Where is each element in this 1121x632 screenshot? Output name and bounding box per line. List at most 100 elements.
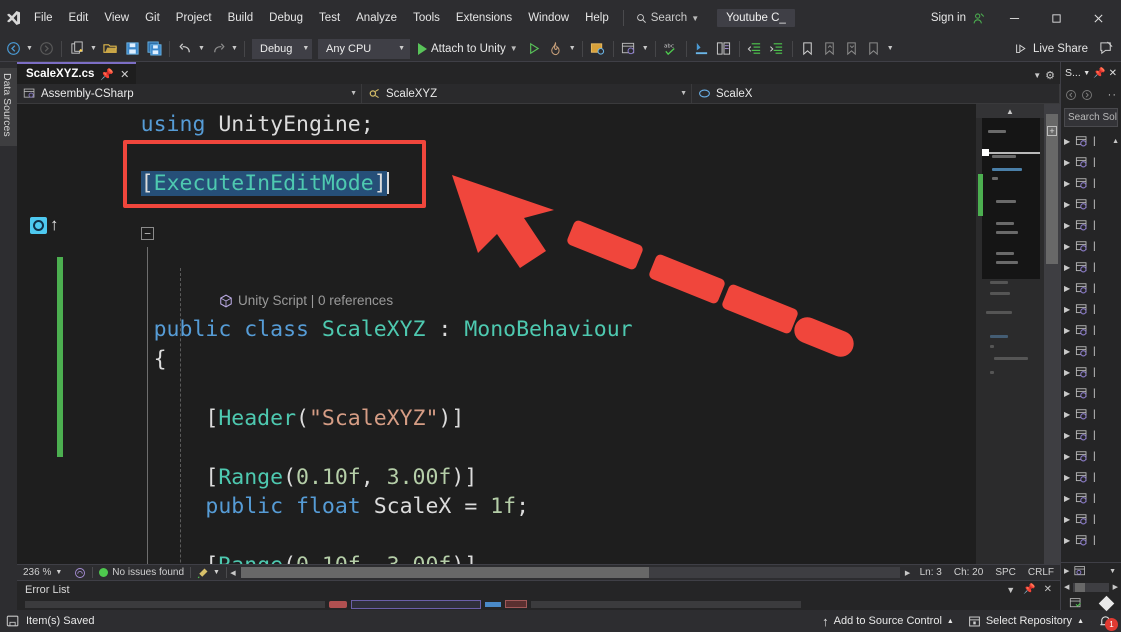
solution-explorer-dropdown[interactable]: ▼ bbox=[640, 38, 651, 60]
code-pane[interactable]: − using UnityEngine; [ExecuteInEditMode]… bbox=[63, 104, 976, 564]
hscroll-left-arrow[interactable]: ◀ bbox=[227, 569, 239, 577]
navigate-back-dropdown[interactable]: ▼ bbox=[24, 38, 35, 60]
chevron-right-icon[interactable]: ▶ bbox=[1064, 410, 1072, 419]
menu-tools[interactable]: Tools bbox=[405, 6, 448, 30]
chevron-down-icon[interactable]: ▼ bbox=[1006, 585, 1015, 595]
increase-indent-button[interactable] bbox=[766, 38, 788, 60]
tree-row[interactable]: ▶ | bbox=[1061, 425, 1121, 446]
collapse-icon[interactable]: − bbox=[141, 227, 154, 240]
tree-row[interactable]: ▶ | bbox=[1061, 530, 1121, 551]
redo-dropdown[interactable]: ▼ bbox=[229, 38, 240, 60]
chevron-down-icon[interactable]: ▼ bbox=[55, 569, 62, 576]
minimap-scroll-up-icon[interactable]: ▲ bbox=[976, 104, 1044, 118]
chevron-right-icon[interactable]: ▶ bbox=[1064, 347, 1072, 356]
platform-combo[interactable]: Any CPU ▼ bbox=[318, 38, 410, 59]
tree-row[interactable]: ▶ | bbox=[1061, 362, 1121, 383]
build-filter-button[interactable] bbox=[505, 600, 527, 609]
pin-icon[interactable]: 📌 bbox=[1023, 584, 1035, 595]
menu-file[interactable]: File bbox=[26, 6, 61, 30]
issues-status[interactable]: No issues found bbox=[93, 567, 190, 578]
chevron-right-icon[interactable]: ▶ bbox=[1064, 473, 1072, 482]
spaces-indicator[interactable]: SPC bbox=[989, 567, 1022, 578]
open-file-button[interactable] bbox=[99, 38, 121, 60]
chevron-right-icon[interactable]: ▶ bbox=[1064, 536, 1072, 545]
pin-icon[interactable]: 📌 bbox=[1093, 68, 1105, 79]
chevron-down-icon[interactable]: ▼ bbox=[691, 14, 699, 23]
solution-explorer-button[interactable] bbox=[618, 38, 640, 60]
chevron-right-icon[interactable]: ▶ bbox=[1064, 305, 1072, 314]
chevron-right-icon[interactable]: ▶ bbox=[1064, 263, 1072, 272]
chevron-right-icon[interactable]: ▶ bbox=[1064, 567, 1069, 575]
toggle-bookmark-button[interactable] bbox=[797, 38, 819, 60]
more-options-icon[interactable]: ·· bbox=[1108, 89, 1117, 101]
scroll-up-arrow-icon[interactable]: ▲ bbox=[1112, 138, 1121, 145]
chevron-right-icon[interactable]: ▶ bbox=[1064, 179, 1072, 188]
chevron-right-icon[interactable]: ▶ bbox=[1064, 200, 1072, 209]
save-all-button[interactable] bbox=[143, 38, 165, 60]
maximize-button[interactable] bbox=[1035, 3, 1077, 33]
tree-row[interactable]: ▶ | bbox=[1061, 278, 1121, 299]
menu-help[interactable]: Help bbox=[577, 6, 617, 30]
menu-view[interactable]: View bbox=[96, 6, 137, 30]
properties-icon[interactable] bbox=[1073, 565, 1088, 578]
screen-reader-button[interactable] bbox=[68, 567, 92, 579]
code-cleanup-button[interactable]: ▼ bbox=[191, 567, 226, 579]
source-code[interactable]: using UnityEngine; [ExecuteInEditMode] bbox=[63, 104, 976, 199]
editor-vertical-scrollbar[interactable]: + bbox=[1044, 104, 1060, 564]
chevron-down-icon[interactable]: ▼ bbox=[1083, 70, 1090, 77]
next-bookmark-button[interactable] bbox=[841, 38, 863, 60]
select-repository-button[interactable]: Select Repository ▲ bbox=[968, 615, 1084, 628]
close-icon[interactable]: ✕ bbox=[1044, 584, 1052, 595]
navigate-forward-button[interactable] bbox=[35, 38, 57, 60]
navigate-back-button[interactable] bbox=[2, 38, 24, 60]
chevron-right-icon[interactable]: ▶ bbox=[1064, 242, 1072, 251]
undo-dropdown[interactable]: ▼ bbox=[196, 38, 207, 60]
codelens-row[interactable]: Unity Script | 0 references bbox=[218, 293, 393, 308]
warnings-filter-button[interactable] bbox=[351, 599, 481, 609]
menu-test[interactable]: Test bbox=[311, 6, 348, 30]
hscroll-right-arrow[interactable]: ▶ bbox=[1113, 583, 1118, 591]
menu-debug[interactable]: Debug bbox=[261, 6, 311, 30]
panel-hscrollbar-thumb[interactable] bbox=[1075, 582, 1086, 592]
git-changes-tab[interactable] bbox=[1061, 595, 1091, 611]
hscroll-right-arrow[interactable]: ▶ bbox=[902, 569, 914, 577]
data-sources-tab[interactable]: Data Sources bbox=[0, 68, 17, 146]
scroll-expand-icon[interactable]: + bbox=[1047, 126, 1057, 136]
close-icon[interactable]: ✕ bbox=[1109, 68, 1117, 79]
code-minimap[interactable]: ▲ bbox=[976, 104, 1044, 564]
redo-button[interactable] bbox=[207, 38, 229, 60]
tree-row[interactable]: ▶ | bbox=[1061, 257, 1121, 278]
navbar-project-combo[interactable]: Assembly-CSharp ▼ bbox=[17, 84, 362, 103]
search-input[interactable]: Search ▼ bbox=[630, 7, 705, 29]
hscrollbar-thumb[interactable] bbox=[240, 567, 650, 578]
chevron-right-icon[interactable]: ▶ bbox=[1064, 368, 1072, 377]
menu-extensions[interactable]: Extensions bbox=[448, 6, 520, 30]
chevron-right-icon[interactable]: ▶ bbox=[1064, 326, 1072, 335]
tree-row[interactable]: ▶ | bbox=[1061, 194, 1121, 215]
attach-to-unity-button[interactable]: Attach to Unity ▼ bbox=[413, 38, 523, 60]
chevron-down-icon[interactable]: ▼ bbox=[510, 44, 518, 53]
tree-row[interactable]: ▶ | bbox=[1061, 404, 1121, 425]
tree-row[interactable]: ▶ | bbox=[1061, 488, 1121, 509]
close-icon[interactable]: ✕ bbox=[120, 68, 129, 81]
chevron-right-icon[interactable]: ▶ bbox=[1064, 221, 1072, 230]
tree-row[interactable]: ▶ | bbox=[1061, 215, 1121, 236]
compare-files-button[interactable] bbox=[713, 38, 735, 60]
chevron-right-icon[interactable]: ▶ bbox=[1064, 494, 1072, 503]
tree-row[interactable]: ▶ | bbox=[1061, 236, 1121, 257]
tree-row[interactable]: ▶ | bbox=[1061, 509, 1121, 530]
error-filter-combo[interactable] bbox=[25, 600, 325, 608]
pin-icon[interactable]: 📌 bbox=[100, 68, 114, 81]
tree-row[interactable]: ▶ | ▲ bbox=[1061, 131, 1121, 152]
start-without-debug-button[interactable] bbox=[523, 38, 545, 60]
tree-row[interactable]: ▶ | bbox=[1061, 320, 1121, 341]
build-configuration-combo[interactable]: Debug ▼ bbox=[252, 38, 312, 59]
solution-explorer-tab[interactable] bbox=[1091, 595, 1121, 611]
tab-settings-icon[interactable]: ⚙ bbox=[1045, 69, 1055, 82]
hot-reload-dropdown[interactable]: ▼ bbox=[567, 38, 578, 60]
hscroll-left-arrow[interactable]: ◀ bbox=[1064, 583, 1069, 591]
solution-search-input[interactable]: Search Solu bbox=[1064, 108, 1118, 127]
editor-horizontal-scrollbar[interactable] bbox=[240, 567, 900, 578]
chevron-right-icon[interactable]: ▶ bbox=[1064, 389, 1072, 398]
document-tab-scalexyz[interactable]: ScaleXYZ.cs 📌 ✕ bbox=[17, 62, 137, 84]
